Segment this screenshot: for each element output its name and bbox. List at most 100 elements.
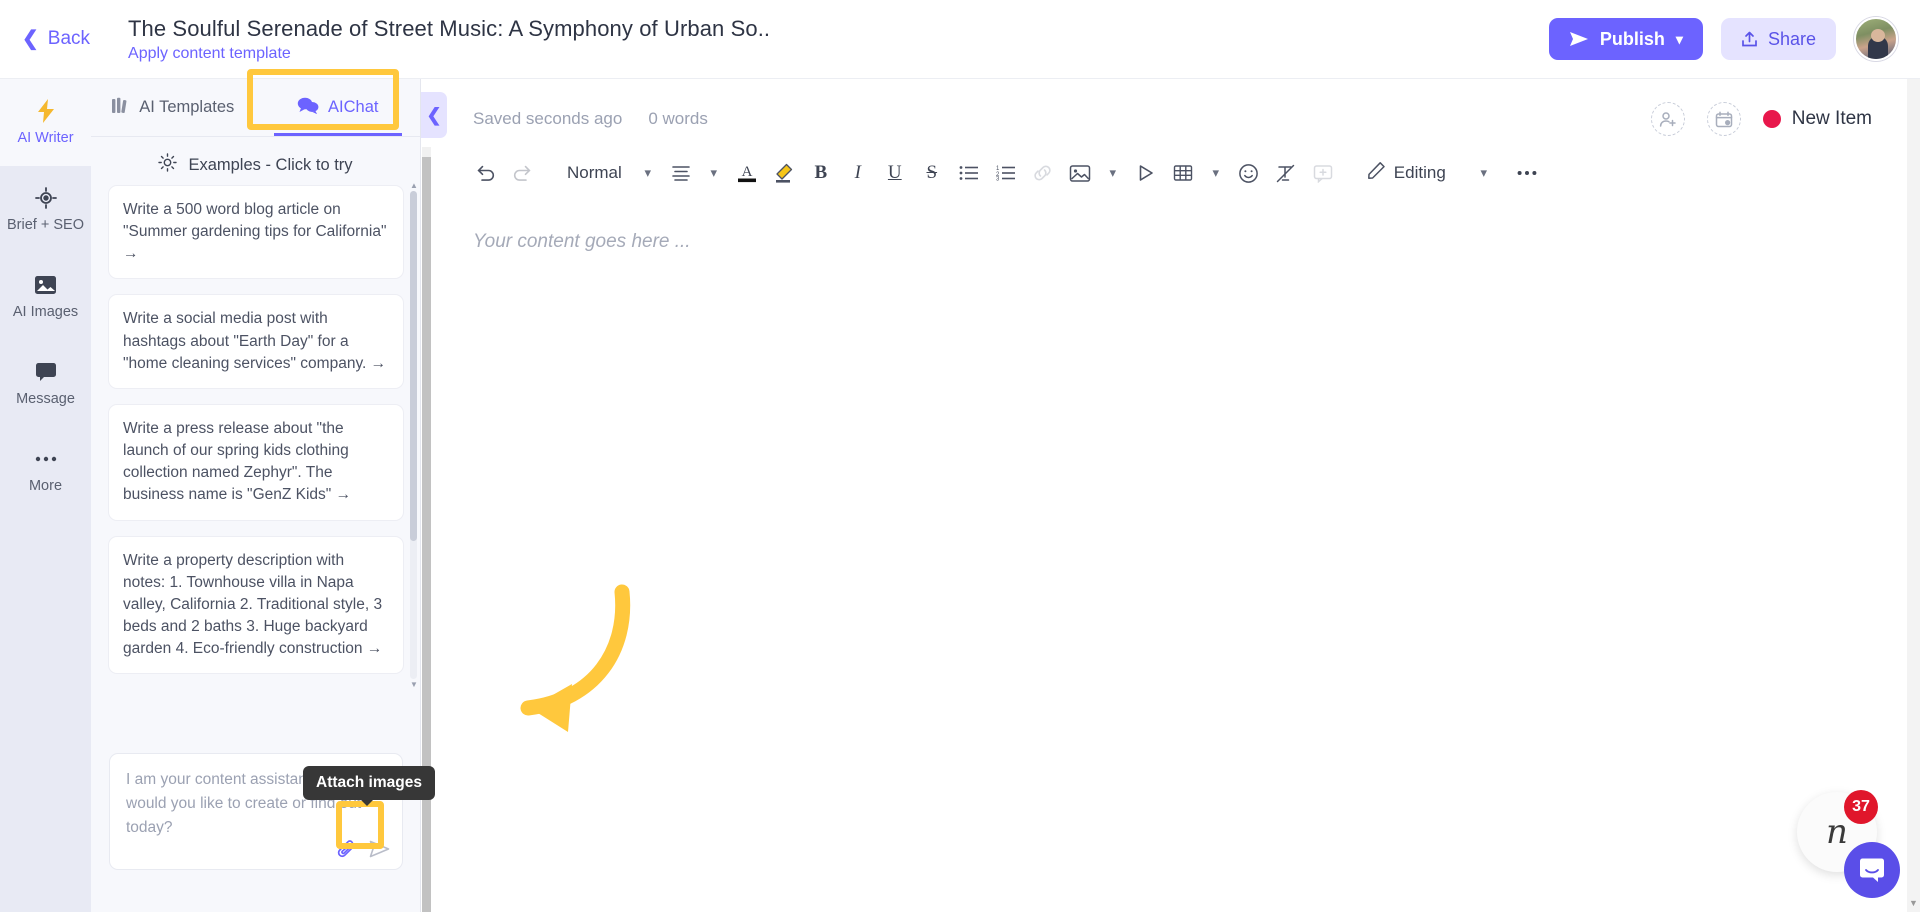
schedule-button[interactable]	[1706, 102, 1741, 136]
link-icon	[1034, 165, 1051, 181]
status-dot	[1762, 110, 1781, 128]
add-comment-button[interactable]	[1306, 156, 1340, 190]
word-count: 0 words	[648, 109, 708, 128]
content-editable-placeholder[interactable]: Your content goes here ...	[422, 194, 1920, 253]
rail-label: Message	[16, 391, 75, 407]
clear-format-icon	[1277, 164, 1295, 182]
align-button[interactable]	[664, 156, 698, 190]
panel-scrollbar[interactable]: ▲ ▼	[410, 181, 418, 689]
bold-button[interactable]: B	[804, 156, 838, 190]
chat-bubble-icon	[35, 360, 57, 384]
collapse-panel-button[interactable]: ❮	[421, 92, 447, 138]
link-button[interactable]	[1026, 156, 1060, 190]
numbered-list-button[interactable]: 1 2 3	[989, 156, 1023, 190]
send-icon	[369, 840, 390, 858]
back-label: Back	[47, 28, 91, 49]
scroll-down-icon[interactable]: ▼	[410, 680, 418, 689]
editor-status-bar: Saved seconds ago 0 words New Item	[422, 79, 1920, 136]
rail-item-ai-writer[interactable]: AI Writer	[0, 79, 91, 166]
table-chevron-down-icon[interactable]: ▾	[1203, 165, 1229, 181]
bullet-list-button[interactable]	[952, 156, 986, 190]
back-button[interactable]: ❮ Back	[22, 28, 90, 50]
left-nav-rail: AI Writer Brief + SEO AI Images Message …	[0, 79, 91, 912]
align-chevron-down-icon[interactable]: ▾	[701, 165, 727, 181]
apply-content-template-link[interactable]: Apply content template	[128, 45, 770, 63]
calendar-add-icon	[1715, 111, 1732, 127]
share-button[interactable]: Share	[1720, 18, 1836, 60]
editor-status-actions: New Item	[1650, 102, 1872, 136]
send-message-button[interactable]	[369, 840, 390, 858]
lightning-icon	[36, 99, 56, 123]
examples-header-label: Examples - Click to try	[188, 155, 353, 174]
scroll-down-icon[interactable]: ▼	[1909, 898, 1918, 908]
header-actions: Publish ▾ Share	[1548, 17, 1898, 61]
rail-item-more[interactable]: More	[0, 427, 91, 514]
tab-aichat[interactable]: AIChat	[256, 79, 421, 136]
insert-image-button[interactable]	[1063, 156, 1097, 190]
paragraph-style-chevron-down-icon[interactable]: ▾	[635, 165, 661, 181]
chevron-left-icon: ❮	[22, 28, 39, 50]
strikethrough-button[interactable]: S	[915, 156, 949, 190]
publish-label: Publish	[1599, 28, 1665, 49]
add-user-button[interactable]	[1650, 102, 1685, 136]
status-badge-new-item[interactable]: New Item	[1762, 108, 1872, 130]
underline-button[interactable]: U	[878, 156, 912, 190]
chat-icon	[297, 96, 319, 119]
title-block: The Soulful Serenade of Street Music: A …	[128, 16, 770, 63]
page-scrollbar[interactable]: ▼	[1907, 79, 1920, 912]
rail-item-message[interactable]: Message	[0, 340, 91, 427]
redo-button[interactable]	[505, 156, 539, 190]
avatar[interactable]	[1854, 17, 1898, 61]
insert-video-button[interactable]	[1129, 156, 1163, 190]
arrow-right-icon: →	[123, 245, 139, 263]
example-card[interactable]: Write a property description with notes:…	[108, 535, 404, 675]
document-editor: Saved seconds ago 0 words New Item Norma…	[422, 79, 1920, 912]
strikethrough-label: S	[926, 162, 938, 183]
scroll-up-icon[interactable]: ▲	[410, 181, 418, 190]
highlighter-icon	[776, 163, 793, 183]
app-header: ❮ Back The Soulful Serenade of Street Mu…	[0, 0, 1920, 79]
tab-ai-templates[interactable]: AI Templates	[91, 79, 256, 136]
upload-icon	[1742, 31, 1757, 47]
arrow-right-icon: →	[370, 354, 387, 372]
underline-label: U	[887, 162, 902, 183]
editing-label: Editing	[1393, 163, 1446, 182]
attach-images-tooltip: Attach images	[303, 766, 435, 806]
image-chevron-down-icon[interactable]: ▾	[1100, 165, 1126, 181]
rail-label: AI Writer	[17, 130, 74, 146]
clear-format-button[interactable]	[1269, 156, 1303, 190]
saved-status: Saved seconds ago	[473, 109, 623, 128]
italic-button[interactable]: I	[841, 156, 875, 190]
example-line: Zephyr".	[243, 464, 302, 482]
paragraph-style-select[interactable]: Normal	[557, 163, 632, 183]
italic-label: I	[854, 162, 861, 183]
toolbar-more-button[interactable]	[1510, 156, 1544, 190]
undo-button[interactable]	[468, 156, 502, 190]
font-color-icon: A	[737, 164, 756, 183]
font-color-button[interactable]: A	[730, 156, 764, 190]
attach-images-button[interactable]	[337, 838, 357, 860]
chevron-down-icon: ▾	[1675, 30, 1683, 47]
editing-mode-button[interactable]: Editing	[1367, 161, 1446, 185]
tab-label: AI Templates	[139, 98, 235, 116]
publish-button[interactable]: Publish ▾	[1548, 18, 1703, 60]
editing-chevron-down-icon[interactable]: ▾	[1471, 165, 1497, 181]
comment-icon	[1313, 164, 1333, 183]
scrollbar-thumb[interactable]	[410, 191, 417, 541]
highlight-button[interactable]	[767, 156, 801, 190]
rail-item-brief-seo[interactable]: Brief + SEO	[0, 166, 91, 253]
editor-toolbar: Normal ▾ ▾ A B I U S 1 2 3 ▾ ▾ Editing ▾	[422, 136, 1920, 194]
emoji-button[interactable]	[1232, 156, 1266, 190]
insert-table-button[interactable]	[1166, 156, 1200, 190]
intercom-launcher-button[interactable]	[1844, 842, 1900, 898]
arrow-right-icon: →	[366, 640, 383, 658]
example-line: services" company.	[233, 354, 367, 372]
rail-item-ai-images[interactable]: AI Images	[0, 253, 91, 340]
bullet-list-icon	[959, 166, 978, 180]
example-card[interactable]: Write a 500 word blog article on "Summer…	[108, 185, 404, 280]
video-icon	[1139, 165, 1153, 181]
example-card[interactable]: Write a press release about "the launch …	[108, 403, 404, 521]
example-line: 4. Eco-friendly construction	[175, 640, 363, 658]
example-card[interactable]: Write a social media post with hashtags …	[108, 294, 404, 389]
